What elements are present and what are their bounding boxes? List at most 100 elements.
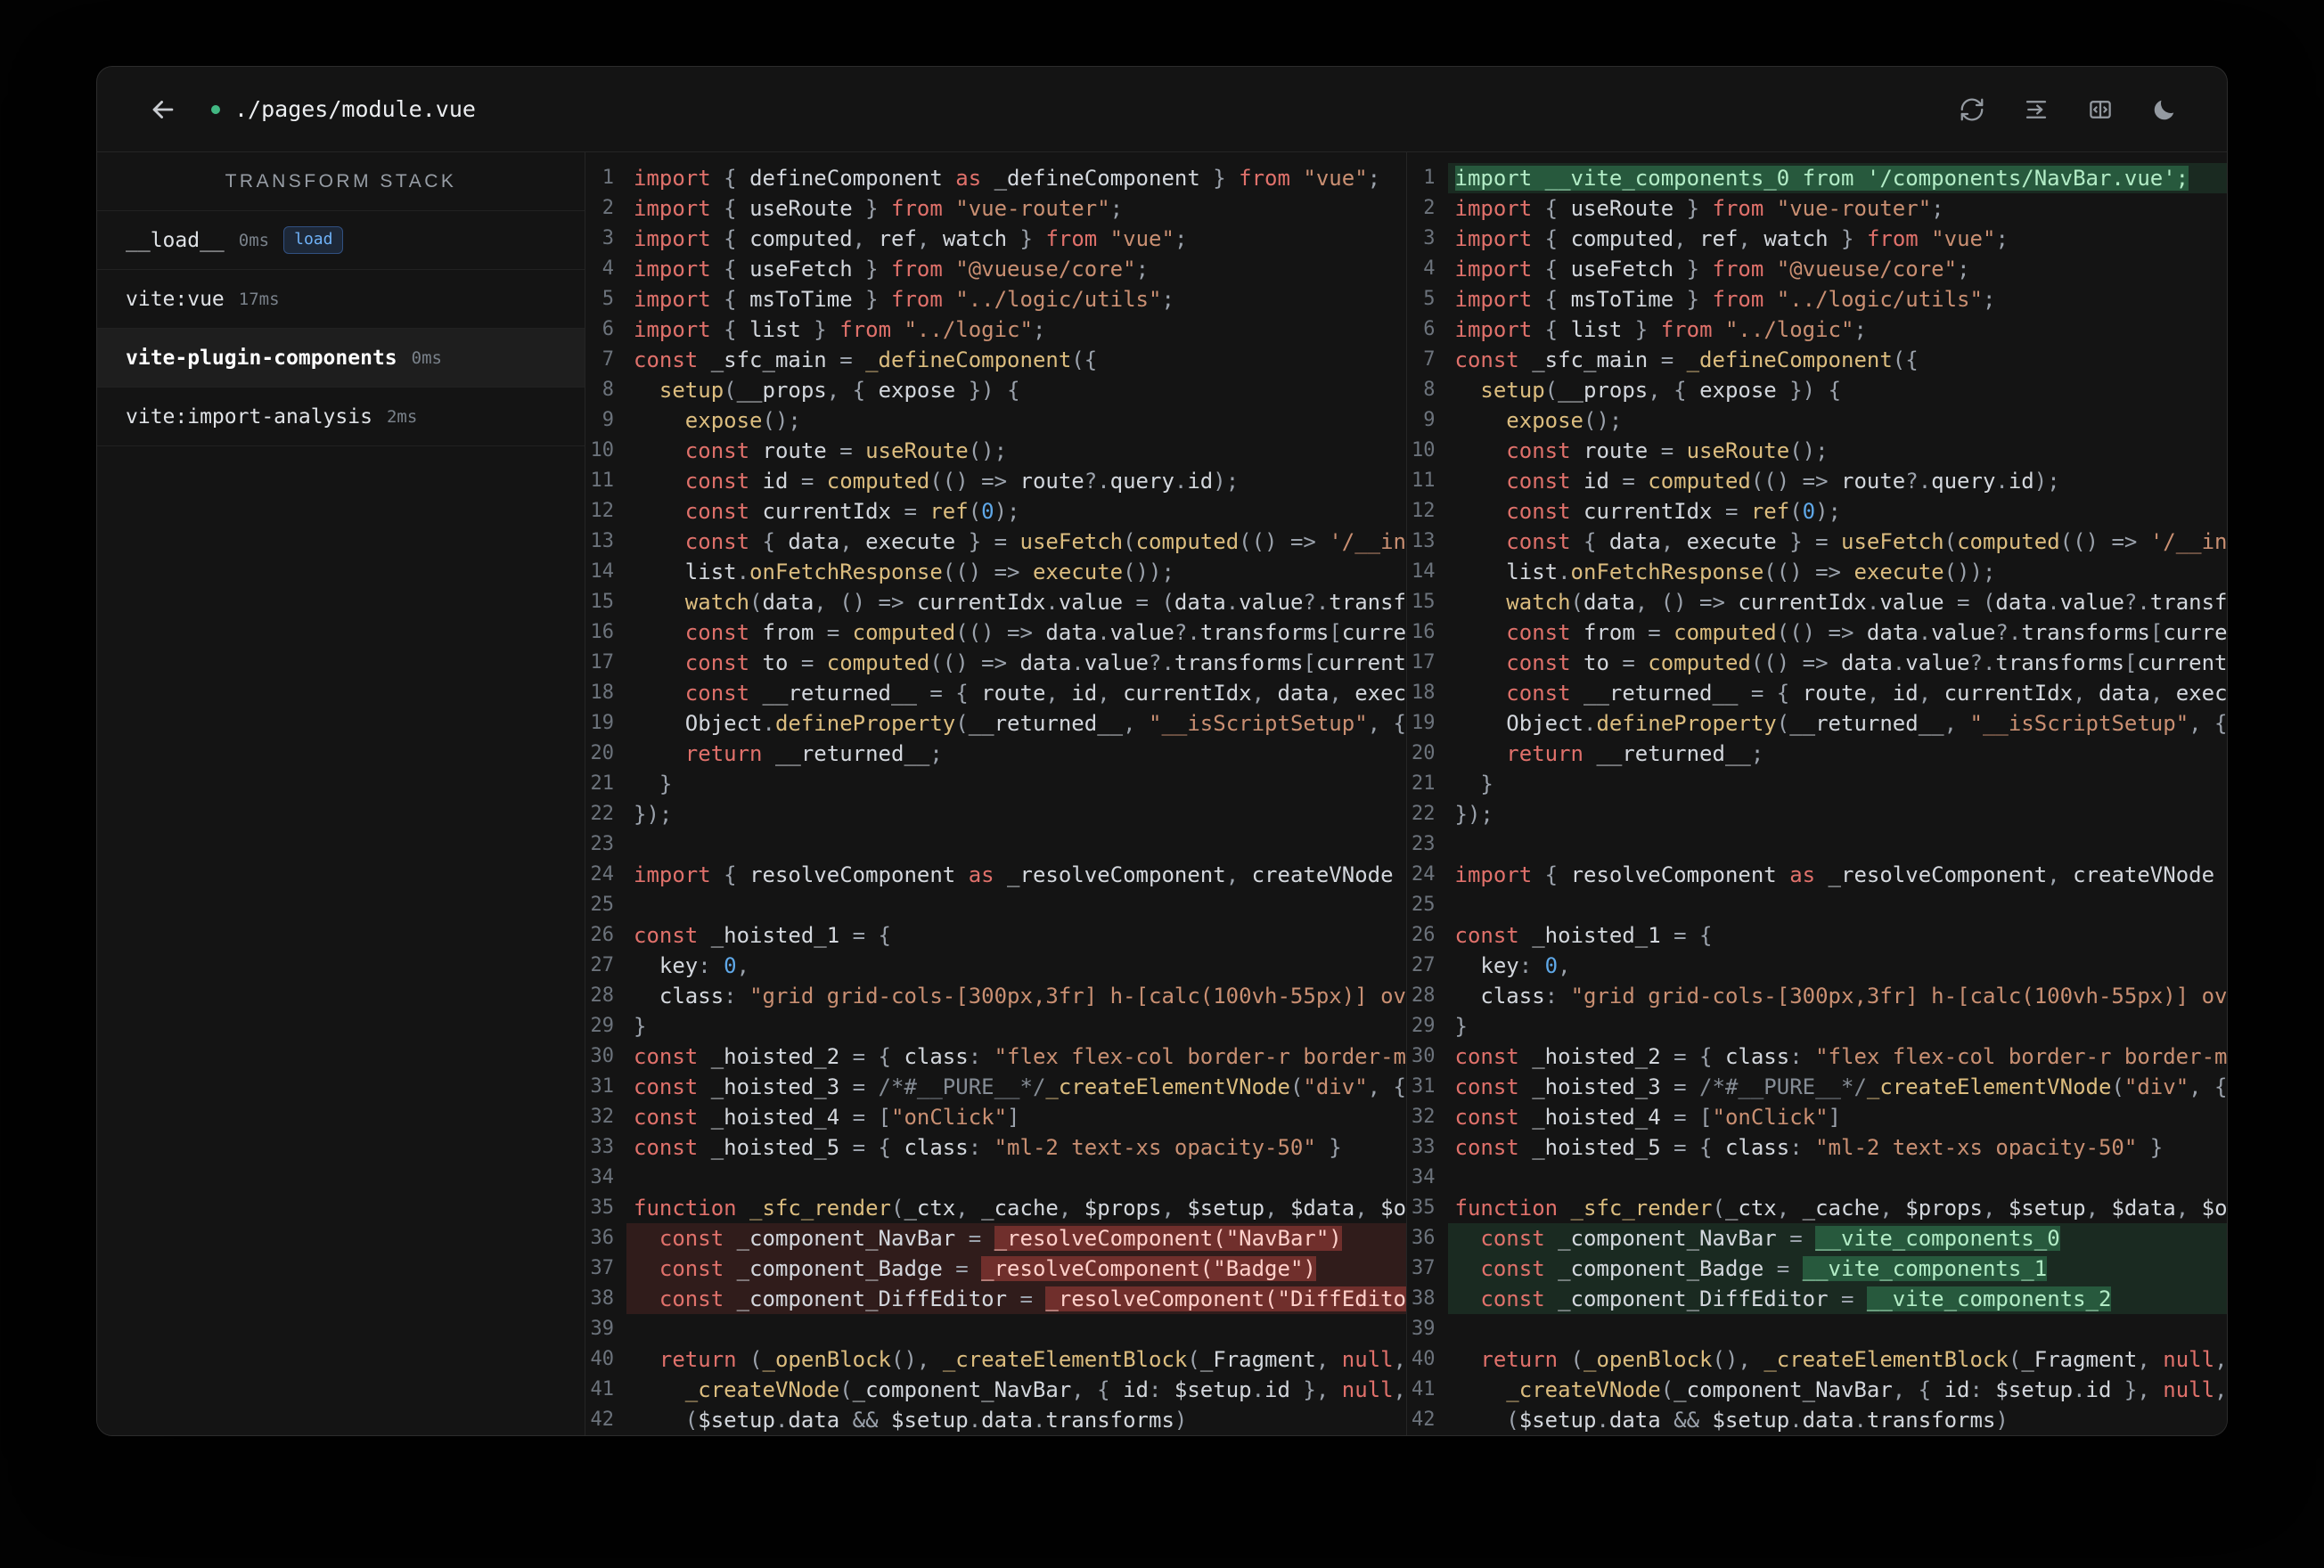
code-token: as <box>1776 862 1829 887</box>
code-token: from <box>1712 257 1764 282</box>
line-number: 27 <box>1412 954 1436 976</box>
code-token: ( <box>1558 1347 1584 1372</box>
transform-stack-item[interactable]: vite-plugin-components 0ms <box>97 329 585 388</box>
dark-mode-icon[interactable] <box>2143 88 2186 131</box>
code-line: 10 const route = useRoute(); <box>585 436 1406 466</box>
code-token: computed <box>749 226 853 251</box>
code-token: "div" <box>2124 1074 2189 1099</box>
transform-stack-list: __load__ 0ms load vite:vue 17ms vite-plugin-c… <box>97 211 585 446</box>
code-line: 20 return __returned__; <box>585 739 1406 769</box>
transform-stack-item[interactable]: __load__ 0ms load <box>97 211 585 270</box>
code-token: } <box>2137 1135 2164 1160</box>
code-token: { <box>710 287 750 312</box>
code-line: 24 import { resolveComponent as _resolveC… <box>1407 860 2228 890</box>
code-token: . <box>1918 620 1932 645</box>
transform-stack-item[interactable]: vite:import-analysis 2ms <box>97 388 585 446</box>
back-button[interactable] <box>142 88 184 131</box>
code-content: class: "grid grid-cols-[300px,3fr] h-[ca… <box>626 981 1406 1011</box>
code-line: 21 } <box>1407 769 2228 799</box>
code-token: , <box>1673 226 1700 251</box>
code-token: (); <box>1583 408 1623 433</box>
code-token: $setup <box>2008 1196 2086 1221</box>
toolbar-icons <box>1951 88 2186 131</box>
line-number: 24 <box>590 863 615 886</box>
diff-toggle-icon[interactable] <box>2079 88 2122 131</box>
refresh-icon[interactable] <box>1951 88 1993 131</box>
code-token: _Fragment <box>1199 1347 1316 1372</box>
code-line: 3 import { computed, ref, watch } from "v… <box>1407 224 2228 254</box>
code-token: import <box>1454 317 1533 342</box>
code-token: , () => <box>814 590 917 615</box>
line-number: 38 <box>590 1287 615 1310</box>
code-token: return <box>1506 741 1583 766</box>
code-token: class <box>1480 984 1545 1009</box>
code-content: const currentIdx = ref(0); <box>1448 496 2228 527</box>
code-token: "@vueuse/core" <box>942 257 1136 282</box>
code-content: const _sfc_main = _defineComponent({ <box>1448 345 2228 375</box>
code-token: , <box>1058 1196 1084 1221</box>
code-token: as <box>942 166 994 191</box>
code-token: _hoisted_1 <box>1518 923 1674 948</box>
code-token: "ml-2 text-xs opacity-50" <box>1815 1135 2138 1160</box>
code-token: route <box>1570 438 1661 463</box>
code-token: __returned__ <box>762 741 930 766</box>
line-number: 1 <box>1423 167 1436 189</box>
code-token: const <box>684 650 750 675</box>
code-token: , <box>1393 1377 1406 1402</box>
code-line: 30 const _hoisted_2 = { class: "flex flex… <box>585 1041 1406 1072</box>
code-line: 36 const _component_NavBar = _resolveCom… <box>585 1223 1406 1254</box>
code-content <box>626 1163 1406 1193</box>
code-content: const _component_DiffEditor = _resolveCo… <box>626 1284 1406 1314</box>
code-token: ); <box>2034 469 2060 494</box>
line-number: 18 <box>1412 682 1436 704</box>
code-line: 16 const from = computed(() => data.valu… <box>1407 617 2227 648</box>
transform-stack-item[interactable]: vite:vue 17ms <box>97 270 585 329</box>
code-token: list <box>684 559 737 584</box>
code-token: , { <box>1071 1377 1124 1402</box>
code-token: ) <box>1995 1408 2009 1433</box>
line-number: 37 <box>590 1257 615 1279</box>
code-token: ( <box>1454 1408 1519 1433</box>
line-number: 10 <box>1412 439 1436 461</box>
code-token: ( <box>1943 529 1958 554</box>
code-token: } <box>634 772 673 796</box>
code-token: ?. <box>1303 590 1330 615</box>
code-token: query <box>1931 469 1996 494</box>
code-content: import { msToTime } from "../logic/utils… <box>1448 284 2228 314</box>
code-token: data <box>788 1408 840 1433</box>
line-number: 9 <box>601 409 614 431</box>
code-content: Object.defineProperty(__returned__, "__i… <box>1448 708 2227 739</box>
line-number: 16 <box>1412 621 1436 643</box>
line-number: 21 <box>1412 772 1436 795</box>
code-token: . <box>1045 590 1059 615</box>
code-token: const <box>1506 499 1571 524</box>
code-token: from <box>1045 226 1098 251</box>
code-token: "grid grid-cols-[300px,3fr] h-[calc(100v… <box>1570 984 2227 1009</box>
diff-pane-after[interactable]: 1 import __vite_components_0 from '/compo… <box>1406 152 2228 1435</box>
diff-pane-before[interactable]: 1 import { defineComponent as _defineComp… <box>585 152 1407 1435</box>
one-column-icon[interactable] <box>2015 88 2058 131</box>
code-line: 13 const { data, execute } = useFetch(co… <box>1407 527 2227 557</box>
code-token: _sfc_render <box>1558 1196 1713 1221</box>
code-line: 39 <box>585 1314 1406 1344</box>
code-token: execute <box>2175 681 2227 706</box>
code-token: const <box>1454 1105 1519 1130</box>
code-token: defineProperty <box>774 711 956 736</box>
code-token: const <box>1506 438 1571 463</box>
code-content: const _hoisted_4 = ["onClick"] <box>1448 1102 2228 1132</box>
code-token: import <box>634 287 711 312</box>
code-line: 7 const _sfc_main = _defineComponent({ <box>585 345 1406 375</box>
code-token: _hoisted_1 <box>698 923 853 948</box>
code-token: _openBlock <box>762 1347 892 1372</box>
code-token: return <box>684 741 763 766</box>
line-number: 33 <box>1412 1136 1436 1158</box>
code-token: const <box>659 1286 724 1311</box>
code-token: $setup <box>1712 1408 1790 1433</box>
code-token: ); <box>994 499 1020 524</box>
